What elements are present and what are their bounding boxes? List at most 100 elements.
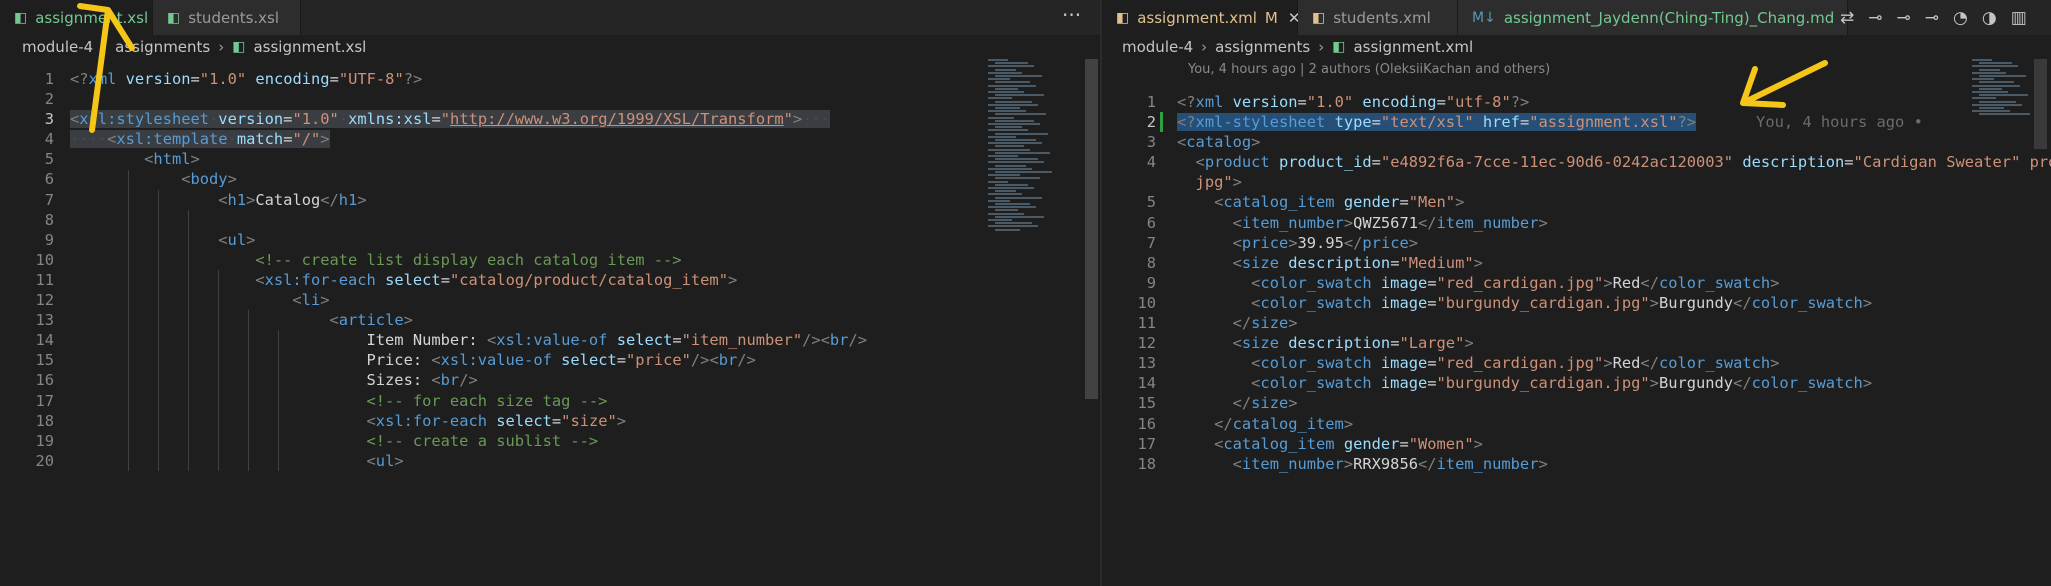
code-text[interactable]: <price>39.95</price>	[1177, 233, 1418, 253]
git-modified-indicator[interactable]	[1160, 112, 1163, 133]
breadcrumb-folder[interactable]: assignments	[115, 38, 210, 56]
code-line[interactable]: 2	[0, 89, 1100, 109]
code-line[interactable]: 6 <item_number>QWZ5671</item_number>	[1102, 213, 2051, 233]
code-line[interactable]: 18 <xsl:for-each select="size">	[0, 411, 1100, 431]
code-line[interactable]: 7 <price>39.95</price>	[1102, 233, 2051, 253]
code-text[interactable]: <!-- create a sublist -->	[70, 431, 599, 451]
code-line[interactable]: 12 <size description="Large">	[1102, 333, 2051, 353]
breadcrumb-file[interactable]: assignment.xsl	[253, 38, 366, 56]
code-line[interactable]: 17 <catalog_item gender="Women">	[1102, 434, 2051, 454]
code-text[interactable]: <li>	[70, 290, 329, 310]
code-line[interactable]: 9 <ul>	[0, 230, 1100, 250]
minimap[interactable]	[1972, 59, 2042, 239]
code-text[interactable]: <xsl:stylesheet·version="1.0"·xmlns:xsl=…	[70, 109, 830, 129]
code-line[interactable]: 4 <product product_id="e4892f6a-7cce-11e…	[1102, 152, 2051, 172]
git-commit-icon[interactable]: ⊸	[1925, 8, 1939, 28]
code-editor[interactable]: 1 <?xml version="1.0" encoding="UTF-8"?> 2…	[0, 69, 1100, 471]
code-line[interactable]: 14 <color_swatch image="burgundy_cardiga…	[1102, 373, 2051, 393]
tab-markdown-file[interactable]: M↓ assignment_Jaydenn(Ching-Ting)_Chang.…	[1458, 0, 1848, 35]
breadcrumb-folder[interactable]: assignments	[1215, 38, 1310, 56]
code-line[interactable]: 15 </size>	[1102, 393, 2051, 413]
code-line[interactable]: 14 Item Number: <xsl:value-of select="it…	[0, 330, 1100, 350]
code-text[interactable]: </catalog_item>	[1177, 414, 1353, 434]
code-line[interactable]: 8 <size description="Medium">	[1102, 253, 2051, 273]
code-text[interactable]: <h1>Catalog</h1>	[70, 190, 366, 210]
code-text[interactable]: <!-- for each size tag -->	[70, 391, 608, 411]
code-line[interactable]: 15 Price: <xsl:value-of select="price"/>…	[0, 350, 1100, 370]
code-text[interactable]: <?xml version="1.0" encoding="utf-8"?>	[1177, 92, 1529, 112]
code-line[interactable]: 16 Sizes: <br/>	[0, 370, 1100, 390]
code-line[interactable]: 1 <?xml version="1.0" encoding="utf-8"?>	[1102, 92, 2051, 112]
code-line[interactable]: 10 <!-- create list display each catalog…	[0, 250, 1100, 270]
code-line[interactable]: 3 <xsl:stylesheet·version="1.0"·xmlns:xsl…	[0, 109, 1100, 129]
code-text[interactable]: <size description="Large">	[1177, 333, 1474, 353]
code-text[interactable]: <item_number>RRX9856</item_number>	[1177, 454, 1548, 474]
code-text[interactable]: Item Number: <xsl:value-of select="item_…	[70, 330, 868, 350]
code-text[interactable]: <catalog>	[1177, 132, 1260, 152]
code-line[interactable]: jpg">	[1102, 172, 2051, 192]
code-text[interactable]: <article>	[70, 310, 412, 330]
tab-assignment-xsl[interactable]: ◧ assignment.xsl U ✕	[0, 0, 190, 35]
code-text[interactable]: jpg">	[1177, 172, 1242, 192]
tab-students-xsl[interactable]: ◧ students.xsl	[153, 0, 301, 35]
code-line[interactable]: 4 ····<xsl:template·match="/">	[0, 129, 1100, 149]
code-line[interactable]: 2 <?xml-stylesheet·type="text/xsl"·href="…	[1102, 112, 2051, 132]
code-line[interactable]: 1 <?xml version="1.0" encoding="UTF-8"?>	[0, 69, 1100, 89]
vertical-scrollbar[interactable]	[1085, 59, 1098, 399]
code-text[interactable]: <size description="Medium">	[1177, 253, 1483, 273]
code-text[interactable]: <color_swatch image="burgundy_cardigan.j…	[1177, 373, 1872, 393]
code-line[interactable]: 5 <html>	[0, 149, 1100, 169]
breadcrumb-file[interactable]: assignment.xml	[1353, 38, 1473, 56]
split-editor-icon[interactable]: ▥	[2011, 8, 2027, 28]
code-line[interactable]: 11 <xsl:for-each select="catalog/product…	[0, 270, 1100, 290]
code-text[interactable]: <body>	[70, 169, 237, 189]
code-text[interactable]: <?xml-stylesheet·type="text/xsl"·href="a…	[1177, 112, 1923, 132]
git-commit-icon[interactable]: ⊸	[1868, 8, 1882, 28]
code-text[interactable]: ····<xsl:template·match="/">	[70, 129, 330, 149]
code-line[interactable]: 7 <h1>Catalog</h1>	[0, 190, 1100, 210]
code-line[interactable]: 20 <ul>	[0, 451, 1100, 471]
code-text[interactable]: <item_number>QWZ5671</item_number>	[1177, 213, 1548, 233]
code-text[interactable]: </size>	[1177, 393, 1298, 413]
code-text[interactable]: <?xml version="1.0" encoding="UTF-8"?>	[70, 69, 422, 89]
code-line[interactable]: 13 <article>	[0, 310, 1100, 330]
code-line[interactable]: 10 <color_swatch image="burgundy_cardiga…	[1102, 293, 2051, 313]
code-line[interactable]: 17 <!-- for each size tag -->	[0, 391, 1100, 411]
breadcrumb-folder[interactable]: module-4	[22, 38, 93, 56]
code-line[interactable]: 13 <color_swatch image="red_cardigan.jpg…	[1102, 353, 2051, 373]
code-line[interactable]: 19 <!-- create a sublist -->	[0, 431, 1100, 451]
code-line[interactable]: 16 </catalog_item>	[1102, 414, 2051, 434]
code-line[interactable]: 5 <catalog_item gender="Men">	[1102, 192, 2051, 212]
code-text[interactable]: <html>	[70, 149, 200, 169]
code-line[interactable]: 8	[0, 210, 1100, 230]
code-line[interactable]: 9 <color_swatch image="red_cardigan.jpg"…	[1102, 273, 2051, 293]
tab-students-xml[interactable]: ◧ students.xml	[1298, 0, 1458, 35]
code-line[interactable]: 12 <li>	[0, 290, 1100, 310]
code-text[interactable]: <color_swatch image="burgundy_cardigan.j…	[1177, 293, 1872, 313]
vertical-scrollbar[interactable]	[2034, 59, 2047, 149]
more-actions-icon[interactable]: ···	[1062, 0, 1081, 35]
code-text[interactable]: <catalog_item gender="Women">	[1177, 434, 1483, 454]
code-text[interactable]: <color_swatch image="red_cardigan.jpg">R…	[1177, 273, 1779, 293]
breadcrumb-folder[interactable]: module-4	[1122, 38, 1193, 56]
code-line[interactable]: 18 <item_number>RRX9856</item_number>	[1102, 454, 2051, 474]
git-commit-icon[interactable]: ⊸	[1897, 8, 1911, 28]
code-text[interactable]: Sizes: <br/>	[70, 370, 478, 390]
code-line[interactable]: 6 <body>	[0, 169, 1100, 189]
codelens-blame[interactable]: You, 4 hours ago | 2 authors (OleksiiKac…	[1188, 60, 1550, 79]
code-text[interactable]: <!-- create list display each catalog it…	[70, 250, 681, 270]
code-text[interactable]: </size>	[1177, 313, 1298, 333]
tab-assignment-xml[interactable]: ◧ assignment.xml M ✕	[1102, 0, 1300, 35]
code-text[interactable]: <ul>	[70, 230, 255, 250]
code-text[interactable]: <ul>	[70, 451, 404, 471]
code-line[interactable]: 11 </size>	[1102, 313, 2051, 333]
code-editor[interactable]: 1 <?xml version="1.0" encoding="utf-8"?> 2…	[1102, 92, 2051, 474]
code-text[interactable]: <catalog_item gender="Men">	[1177, 192, 1464, 212]
code-text[interactable]: <product product_id="e4892f6a-7cce-11ec-…	[1177, 152, 2051, 172]
minimap[interactable]	[988, 59, 1058, 239]
code-text[interactable]: Price: <xsl:value-of select="price"/><br…	[70, 350, 756, 370]
code-text[interactable]: <color_swatch image="red_cardigan.jpg">R…	[1177, 353, 1779, 373]
code-line[interactable]: 3 <catalog>	[1102, 132, 2051, 152]
timeline-icon[interactable]: ◔	[1953, 8, 1968, 28]
open-changes-icon[interactable]: ◑	[1982, 8, 1997, 28]
